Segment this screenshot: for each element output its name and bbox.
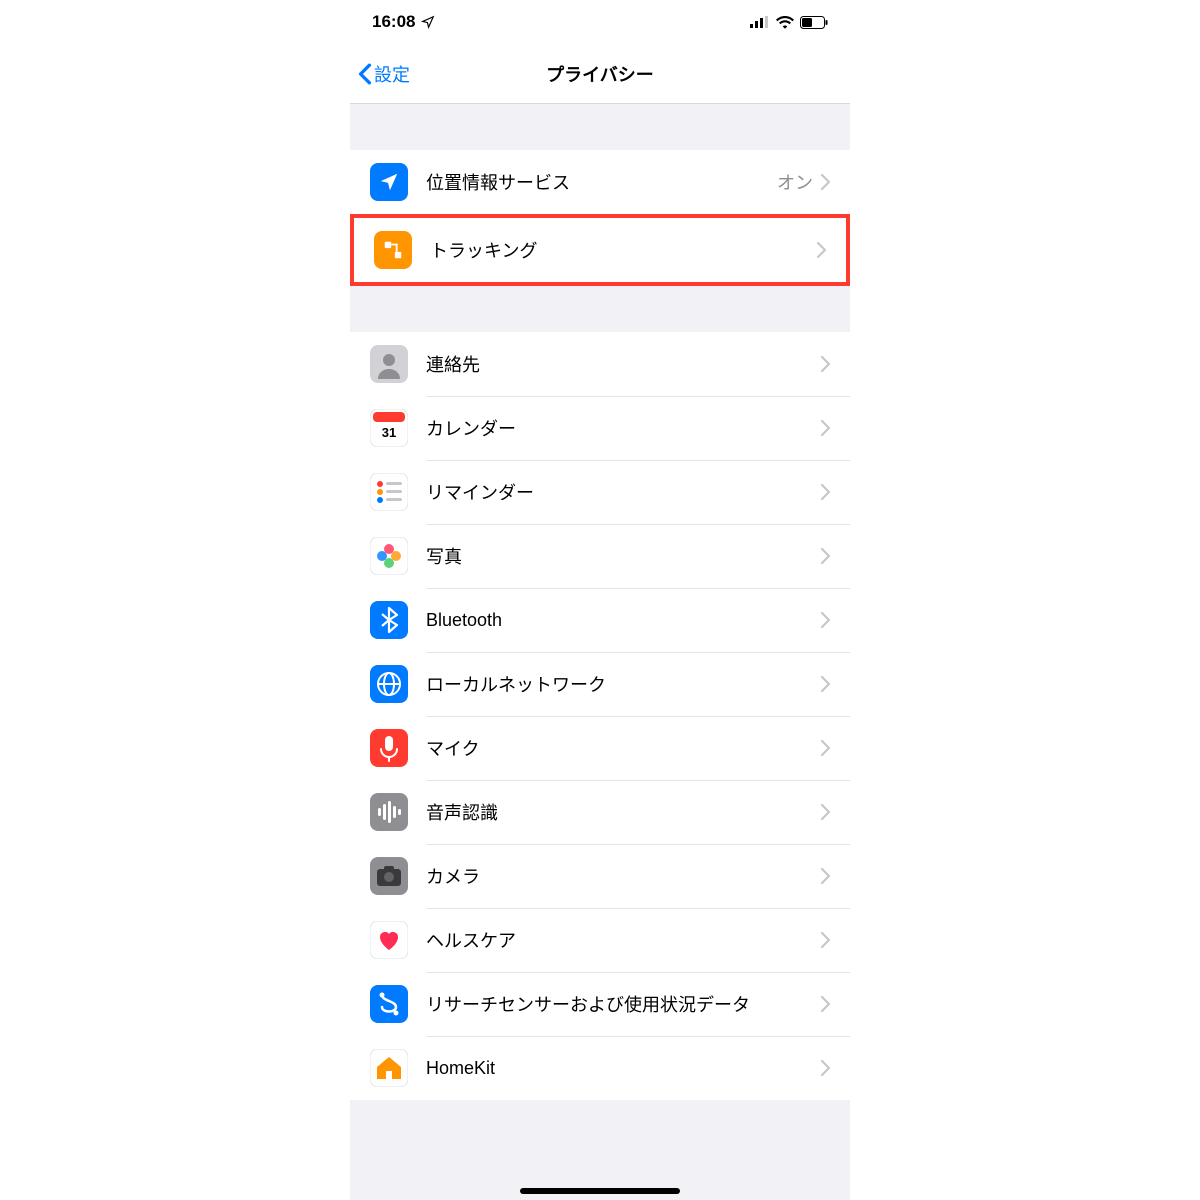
nav-bar: 設定 プライバシー [350,44,850,104]
row-label: カレンダー [426,415,821,441]
highlight-box: トラッキング [350,214,850,286]
back-label: 設定 [374,61,410,87]
chevron-right-icon [821,548,830,564]
signal-icon [750,16,770,28]
row-contacts[interactable]: 連絡先 [350,332,850,396]
separator [426,716,850,717]
chevron-right-icon [821,174,830,190]
row-speech[interactable]: 音声認識 [350,780,850,844]
separator [426,972,850,973]
chevron-right-icon [821,996,830,1012]
row-label: 位置情報サービス [426,169,777,195]
tracking-icon [374,231,412,269]
chevron-right-icon [821,868,830,884]
row-label: カメラ [426,863,821,889]
row-tracking[interactable]: トラッキング [354,218,846,282]
chevron-right-icon [821,484,830,500]
chevron-right-icon [821,804,830,820]
home-indicator[interactable] [520,1188,680,1194]
row-photos[interactable]: 写真 [350,524,850,588]
back-button[interactable]: 設定 [358,61,410,87]
separator [426,524,850,525]
research-icon [370,985,408,1023]
row-label: 音声認識 [426,799,821,825]
health-icon [370,921,408,959]
camera-icon [370,857,408,895]
row-label: リサーチセンサーおよび使用状況データ [426,991,821,1017]
separator [426,844,850,845]
row-label: HomeKit [426,1058,821,1079]
location-arrow-icon [421,15,435,29]
separator [426,1036,850,1037]
separator [426,396,850,397]
speech-icon [370,793,408,831]
photos-icon [370,537,408,575]
mic-icon [370,729,408,767]
chevron-right-icon [817,242,826,258]
row-label: Bluetooth [426,610,821,631]
row-location-services[interactable]: 位置情報サービス オン [350,150,850,214]
location-icon [370,163,408,201]
wifi-icon [776,15,794,29]
separator [426,652,850,653]
battery-icon [800,16,828,29]
chevron-right-icon [821,740,830,756]
chevron-right-icon [821,420,830,436]
row-label: ローカルネットワーク [426,671,821,697]
network-icon [370,665,408,703]
row-label: マイク [426,735,821,761]
section-spacer [350,104,850,150]
status-bar: 16:08 [350,0,850,44]
section-location-tracking: 位置情報サービス オン トラッキング [350,150,850,286]
section-privacy-items: 連絡先 31 カレンダーリマインダー写真 Bluetooth ローカルネットワークマイク… [350,332,850,1100]
reminders-icon [370,473,408,511]
row-label: リマインダー [426,479,821,505]
homekit-icon [370,1049,408,1087]
contacts-icon [370,345,408,383]
row-label: ヘルスケア [426,927,821,953]
row-research[interactable]: リサーチセンサーおよび使用状況データ [350,972,850,1036]
separator [426,460,850,461]
row-health[interactable]: ヘルスケア [350,908,850,972]
separator [426,908,850,909]
chevron-right-icon [821,1060,830,1076]
row-calendar[interactable]: 31 カレンダー [350,396,850,460]
row-network[interactable]: ローカルネットワーク [350,652,850,716]
page-title: プライバシー [546,61,654,87]
bluetooth-icon [370,601,408,639]
row-value: オン [777,169,813,195]
chevron-right-icon [821,932,830,948]
row-mic[interactable]: マイク [350,716,850,780]
chevron-left-icon [358,63,372,85]
row-label: 写真 [426,543,821,569]
row-homekit[interactable]: HomeKit [350,1036,850,1100]
privacy-settings-screen: 16:08 設定 プライバシー 位置情報サービス オン [350,0,850,1200]
separator [426,780,850,781]
row-label: トラッキング [430,237,817,263]
status-time: 16:08 [372,12,415,32]
separator [426,588,850,589]
row-label: 連絡先 [426,351,821,377]
row-camera[interactable]: カメラ [350,844,850,908]
row-bluetooth[interactable]: Bluetooth [350,588,850,652]
chevron-right-icon [821,612,830,628]
svg-text:31: 31 [382,425,396,440]
section-spacer [350,286,850,332]
calendar-icon: 31 [370,409,408,447]
chevron-right-icon [821,676,830,692]
chevron-right-icon [821,356,830,372]
row-reminders[interactable]: リマインダー [350,460,850,524]
